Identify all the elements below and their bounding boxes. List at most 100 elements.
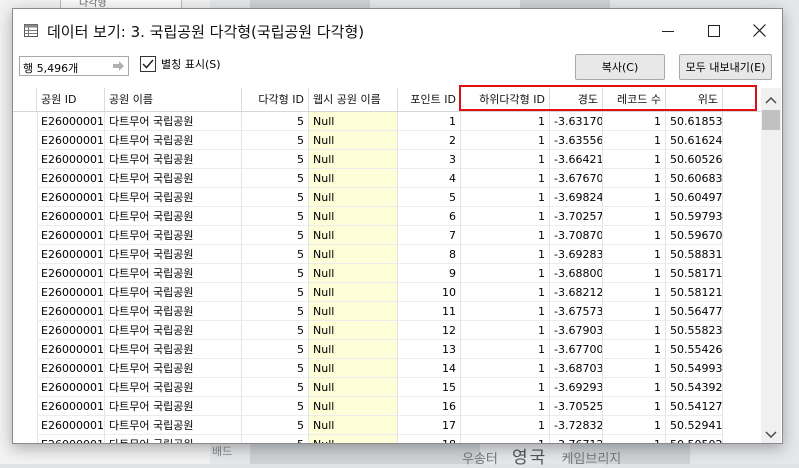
cell-lon[interactable]: -3.68212 (550, 283, 603, 302)
cell-park-name[interactable]: 다트무어 국립공원 (105, 378, 242, 397)
cell-web-name[interactable]: Null (309, 112, 398, 131)
cell-poly-id[interactable]: 5 (242, 169, 309, 188)
table-row[interactable]: E26000001 다트무어 국립공원 5 Null 8 1 -3.69283 1 50.588… (13, 245, 761, 264)
cell-lat[interactable]: 50.55823 (666, 321, 723, 340)
cell-park-id[interactable]: E26000001 (37, 416, 105, 435)
cell-point-id[interactable]: 6 (398, 207, 461, 226)
cell-point-id[interactable]: 15 (398, 378, 461, 397)
column-header-point-id[interactable]: 포인트 ID (398, 88, 461, 111)
cell-poly-id[interactable]: 5 (242, 245, 309, 264)
row-header[interactable] (13, 207, 38, 226)
table-row[interactable]: E26000001 다트무어 국립공원 5 Null 5 1 -3.69824 1 50.604… (13, 188, 761, 207)
cell-lon[interactable]: -3.70870 (550, 226, 603, 245)
table-row[interactable]: E26000001 다트무어 국립공원 5 Null 1 1 -3.63170 1 50.618… (13, 112, 761, 131)
cell-sub-poly-id[interactable]: 1 (461, 169, 550, 188)
cell-record-count[interactable]: 1 (603, 264, 666, 283)
cell-point-id[interactable]: 14 (398, 359, 461, 378)
cell-poly-id[interactable]: 5 (242, 302, 309, 321)
row-header[interactable] (13, 340, 38, 359)
cell-record-count[interactable]: 1 (603, 397, 666, 416)
row-header[interactable] (13, 188, 38, 207)
cell-web-name[interactable]: Null (309, 397, 398, 416)
cell-lon[interactable]: -3.70525 (550, 397, 603, 416)
cell-point-id[interactable]: 10 (398, 283, 461, 302)
cell-record-count[interactable]: 1 (603, 188, 666, 207)
cell-lon[interactable]: -3.67700 (550, 340, 603, 359)
cell-record-count[interactable]: 1 (603, 321, 666, 340)
arrow-right-icon[interactable] (113, 61, 125, 74)
table-row[interactable]: E26000001 다트무어 국립공원 5 Null 17 1 -3.72832 1 50.52… (13, 416, 761, 435)
table-row[interactable]: E26000001 다트무어 국립공원 5 Null 9 1 -3.68800 1 50.581… (13, 264, 761, 283)
cell-poly-id[interactable]: 5 (242, 188, 309, 207)
cell-park-name[interactable]: 다트무어 국립공원 (105, 283, 242, 302)
table-row[interactable]: E26000001 다트무어 국립공원 5 Null 16 1 -3.70525 1 50.54… (13, 397, 761, 416)
cell-sub-poly-id[interactable]: 1 (461, 435, 550, 443)
cell-lat[interactable]: 50.55426 (666, 340, 723, 359)
cell-poly-id[interactable]: 5 (242, 321, 309, 340)
cell-lon[interactable]: -3.67573 (550, 302, 603, 321)
cell-sub-poly-id[interactable]: 1 (461, 188, 550, 207)
cell-park-name[interactable]: 다트무어 국립공원 (105, 321, 242, 340)
cell-sub-poly-id[interactable]: 1 (461, 283, 550, 302)
column-header-park-id[interactable]: 공원 ID (37, 88, 105, 111)
cell-park-name[interactable]: 다트무어 국립공원 (105, 264, 242, 283)
cell-point-id[interactable]: 1 (398, 112, 461, 131)
cell-web-name[interactable]: Null (309, 245, 398, 264)
cell-lat[interactable]: 50.59670 (666, 226, 723, 245)
row-header[interactable] (13, 359, 38, 378)
cell-record-count[interactable]: 1 (603, 150, 666, 169)
row-header[interactable] (13, 416, 38, 435)
cell-lat[interactable]: 50.61624 (666, 131, 723, 150)
cell-park-name[interactable]: 다트무어 국립공원 (105, 112, 242, 131)
cell-point-id[interactable]: 11 (398, 302, 461, 321)
cell-sub-poly-id[interactable]: 1 (461, 340, 550, 359)
table-row[interactable]: E26000001 다트무어 국립공원 5 Null 15 1 -3.69293 1 50.54… (13, 378, 761, 397)
cell-record-count[interactable]: 1 (603, 378, 666, 397)
cell-lat[interactable]: 50.54993 (666, 359, 723, 378)
cell-poly-id[interactable]: 5 (242, 226, 309, 245)
cell-park-id[interactable]: E26000001 (37, 264, 105, 283)
cell-web-name[interactable]: Null (309, 131, 398, 150)
row-count-field[interactable]: 행 5,496개 (19, 56, 129, 76)
cell-lon[interactable]: -3.76712 (550, 435, 603, 443)
cell-web-name[interactable]: Null (309, 169, 398, 188)
cell-record-count[interactable]: 1 (603, 169, 666, 188)
cell-lat[interactable]: 50.50502 (666, 435, 723, 443)
cell-point-id[interactable]: 3 (398, 150, 461, 169)
cell-web-name[interactable]: Null (309, 359, 398, 378)
cell-record-count[interactable]: 1 (603, 226, 666, 245)
cell-park-name[interactable]: 다트무어 국립공원 (105, 435, 242, 443)
cell-lon[interactable]: -3.70257 (550, 207, 603, 226)
cell-park-name[interactable]: 다트무어 국립공원 (105, 207, 242, 226)
cell-park-name[interactable]: 다트무어 국립공원 (105, 416, 242, 435)
cell-point-id[interactable]: 7 (398, 226, 461, 245)
cell-sub-poly-id[interactable]: 1 (461, 302, 550, 321)
cell-lat[interactable]: 50.58831 (666, 245, 723, 264)
cell-web-name[interactable]: Null (309, 188, 398, 207)
table-row[interactable]: E26000001다트무어 국립공원5Null181-3.76712150.50… (13, 435, 761, 443)
cell-sub-poly-id[interactable]: 1 (461, 321, 550, 340)
cell-park-id[interactable]: E26000001 (37, 435, 105, 443)
scrollbar-thumb[interactable] (762, 110, 780, 130)
cell-web-name[interactable]: Null (309, 207, 398, 226)
close-button[interactable] (736, 9, 782, 52)
cell-record-count[interactable]: 1 (603, 416, 666, 435)
cell-record-count[interactable]: 1 (603, 340, 666, 359)
cell-poly-id[interactable]: 5 (242, 435, 309, 443)
cell-park-id[interactable]: E26000001 (37, 188, 105, 207)
cell-lat[interactable]: 50.54392 (666, 378, 723, 397)
row-header[interactable] (13, 302, 38, 321)
cell-record-count[interactable]: 1 (603, 283, 666, 302)
table-row[interactable]: E26000001 다트무어 국립공원 5 Null 13 1 -3.67700 1 50.55… (13, 340, 761, 359)
cell-park-id[interactable]: E26000001 (37, 226, 105, 245)
row-header[interactable] (13, 112, 38, 131)
cell-record-count[interactable]: 1 (603, 131, 666, 150)
cell-poly-id[interactable]: 5 (242, 112, 309, 131)
cell-sub-poly-id[interactable]: 1 (461, 150, 550, 169)
cell-sub-poly-id[interactable]: 1 (461, 112, 550, 131)
cell-poly-id[interactable]: 5 (242, 207, 309, 226)
column-header-lat[interactable]: 위도 (666, 88, 723, 111)
cell-lon[interactable]: -3.68800 (550, 264, 603, 283)
row-header[interactable] (13, 150, 38, 169)
table-row[interactable]: E26000001 다트무어 국립공원 5 Null 6 1 -3.70257 1 50.597… (13, 207, 761, 226)
